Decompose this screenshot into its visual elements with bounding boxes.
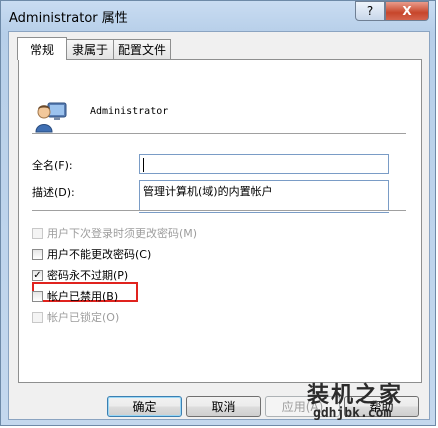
checkbox-box[interactable] xyxy=(32,227,43,239)
cancel-button[interactable]: 取消 xyxy=(186,396,261,417)
text-caret xyxy=(143,158,144,172)
account-name: Administrator xyxy=(90,106,169,117)
close-button[interactable]: X xyxy=(385,1,429,21)
tab-label: 配置文件 xyxy=(117,43,166,57)
tab-member-of[interactable]: 隶属于 xyxy=(66,39,114,59)
title-bar: Administrator 属性 ? X xyxy=(1,1,435,31)
general-tab-panel: Administrator 全名(F): 描述(D): 管理计算机(域)的内置帐… xyxy=(18,59,422,383)
tab-general[interactable]: 常规 xyxy=(17,37,67,60)
checkbox-label: 用户不能更改密码(C) xyxy=(47,248,152,261)
checkbox-password-never-expires[interactable]: ✓ 密码永不过期(P) xyxy=(32,267,128,283)
description-value: 管理计算机(域)的内置帐户 xyxy=(143,185,273,198)
description-label: 描述(D): xyxy=(32,186,75,199)
checkbox-label: 帐户已禁用(B) xyxy=(47,290,119,303)
checkbox-label: 用户下次登录时须更改密码(M) xyxy=(47,227,198,240)
fullname-label: 全名(F): xyxy=(32,159,73,172)
checkbox-label: 帐户已锁定(O) xyxy=(47,311,120,324)
help-icon: ? xyxy=(366,4,374,18)
watermark-title: 装机之家 xyxy=(307,383,404,408)
checkbox-box[interactable]: ✓ xyxy=(32,269,43,281)
window-title: Administrator 属性 xyxy=(9,11,128,26)
checkbox-box[interactable] xyxy=(32,248,43,260)
watermark-url: gdhjbk.com xyxy=(313,406,392,421)
properties-dialog: Administrator 属性 ? X 常规 隶属于 配置文件 Adminis… xyxy=(0,0,436,426)
divider xyxy=(32,133,406,135)
checkbox-box[interactable] xyxy=(32,290,43,302)
tab-label: 常规 xyxy=(29,42,54,57)
description-field[interactable]: 管理计算机(域)的内置帐户 xyxy=(139,180,389,213)
checkbox-label: 密码永不过期(P) xyxy=(47,269,129,282)
help-title-button[interactable]: ? xyxy=(355,1,385,21)
checkbox-cannot-change-password[interactable]: 用户不能更改密码(C) xyxy=(32,246,151,262)
tab-profile[interactable]: 配置文件 xyxy=(113,39,171,59)
ok-button[interactable]: 确定 xyxy=(107,396,182,417)
fullname-field[interactable] xyxy=(139,154,389,174)
checkbox-must-change-password[interactable]: 用户下次登录时须更改密码(M) xyxy=(32,225,197,241)
dialog-client-area: 常规 隶属于 配置文件 Administrator 全名(F): 描述(D): … xyxy=(8,31,430,420)
checkbox-account-disabled[interactable]: 帐户已禁用(B) xyxy=(32,288,118,304)
close-icon: X xyxy=(402,4,412,18)
tab-label: 隶属于 xyxy=(71,43,108,57)
divider xyxy=(32,210,406,212)
checkbox-account-locked[interactable]: 帐户已锁定(O) xyxy=(32,309,119,325)
checkbox-box[interactable] xyxy=(32,311,43,323)
checkmark-icon: ✓ xyxy=(33,269,42,281)
user-account-icon xyxy=(35,102,67,133)
